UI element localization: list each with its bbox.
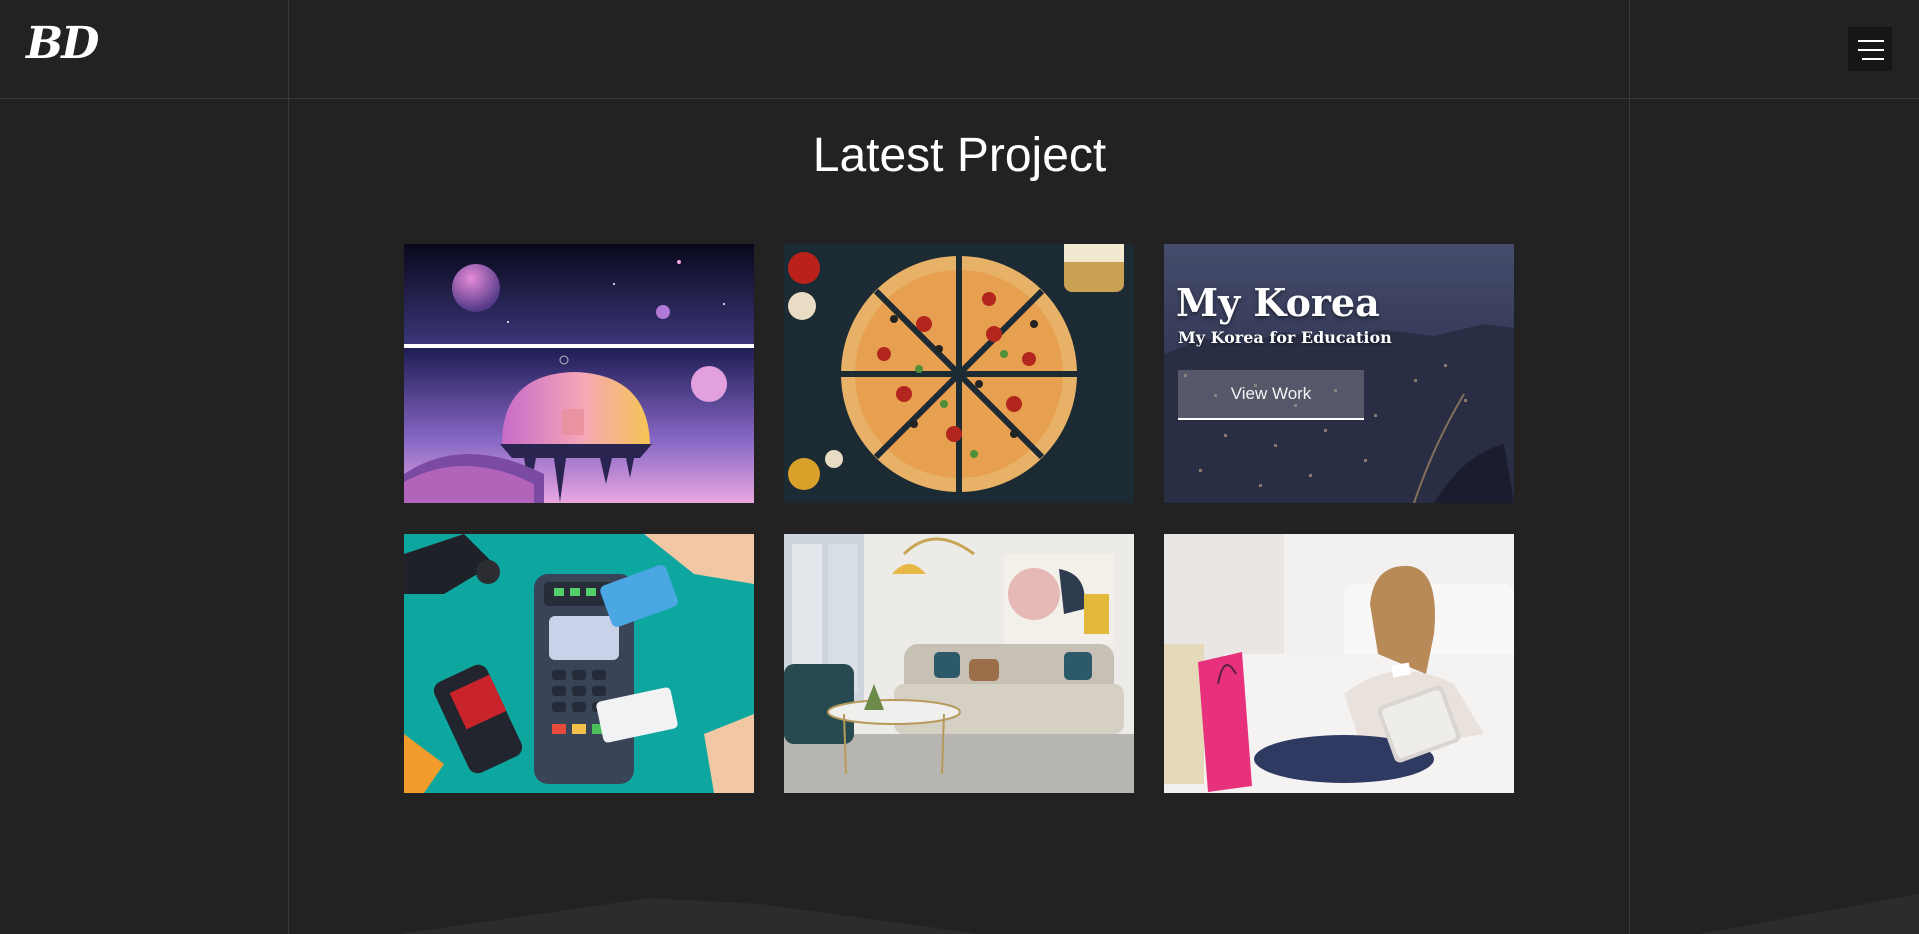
- card-subtitle: My Korea for Education: [1178, 328, 1392, 347]
- project-card-shopping[interactable]: [1164, 534, 1514, 793]
- woman-online-shopping-photo: [1164, 534, 1514, 793]
- header-divider: [0, 98, 1919, 99]
- menu-button[interactable]: [1848, 27, 1892, 71]
- living-room-sofa-photo: [784, 534, 1134, 793]
- view-work-button[interactable]: View Work: [1178, 370, 1364, 420]
- project-card-living-room[interactable]: [784, 534, 1134, 793]
- project-card-space[interactable]: [404, 244, 754, 503]
- footer-decoration: [400, 894, 1919, 934]
- section-title: Latest Project: [812, 129, 1107, 182]
- page: BD Latest Project My Korea My Korea for …: [0, 0, 1919, 934]
- card-title: My Korea: [1176, 280, 1380, 325]
- project-card-my-korea[interactable]: My Korea My Korea for Education View Wor…: [1164, 244, 1514, 503]
- project-card-pizza[interactable]: [784, 244, 1134, 503]
- logo[interactable]: BD: [26, 18, 99, 69]
- project-card-payment[interactable]: [404, 534, 754, 793]
- space-planet-illustration: [404, 244, 754, 503]
- contactless-payment-illustration: [404, 534, 754, 793]
- pizza-photo: [784, 244, 1134, 503]
- hamburger-menu-icon: [1858, 40, 1884, 42]
